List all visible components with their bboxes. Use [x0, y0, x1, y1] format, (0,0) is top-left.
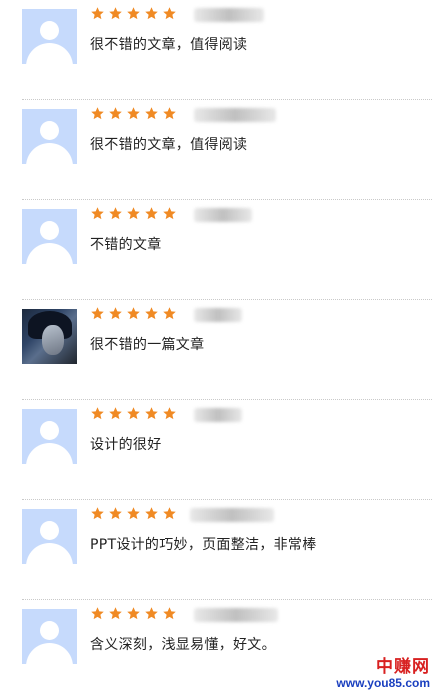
star-icon — [90, 306, 105, 321]
star-icon — [90, 506, 105, 521]
review-comment: 很不错的文章，值得阅读 — [90, 37, 248, 53]
star-icon — [126, 106, 141, 121]
review-comment: 设计的很好 — [90, 437, 162, 453]
star-icon — [108, 606, 123, 621]
star-icon — [126, 306, 141, 321]
star-rating — [90, 206, 177, 224]
star-icon — [108, 206, 123, 221]
star-icon — [144, 406, 159, 421]
star-icon — [90, 406, 105, 421]
review-comment: 很不错的一篇文章 — [90, 337, 205, 353]
star-icon — [108, 306, 123, 321]
star-rating — [90, 106, 177, 124]
default-avatar-icon — [22, 409, 77, 464]
star-icon — [162, 406, 177, 421]
star-icon — [144, 6, 159, 21]
star-rating — [90, 406, 177, 424]
star-icon — [90, 6, 105, 21]
star-icon — [144, 106, 159, 121]
star-icon — [90, 206, 105, 221]
blurred-username — [194, 8, 264, 22]
user-photo-avatar — [22, 309, 77, 364]
star-icon — [144, 206, 159, 221]
star-icon — [108, 406, 123, 421]
star-icon — [126, 606, 141, 621]
review-item: PPT设计的巧妙，页面整洁，非常棒 — [22, 500, 432, 600]
star-rating — [90, 6, 177, 24]
watermark-url: www.you85.com — [336, 676, 430, 690]
star-rating — [90, 606, 177, 624]
review-comment: PPT设计的巧妙，页面整洁，非常棒 — [90, 537, 317, 553]
default-avatar-icon — [22, 609, 77, 664]
star-icon — [108, 6, 123, 21]
star-icon — [108, 106, 123, 121]
review-item: 很不错的一篇文章 — [22, 300, 432, 400]
review-comment: 含义深刻，浅显易懂，好文。 — [90, 637, 276, 653]
review-item: 不错的文章 — [22, 200, 432, 300]
default-avatar-icon — [22, 9, 77, 64]
star-icon — [162, 206, 177, 221]
blurred-username — [194, 108, 276, 122]
review-comment: 很不错的文章，值得阅读 — [90, 137, 248, 153]
blurred-username — [194, 608, 278, 622]
star-icon — [144, 506, 159, 521]
review-item: 很不错的文章，值得阅读 — [22, 0, 432, 100]
star-icon — [162, 106, 177, 121]
star-icon — [144, 606, 159, 621]
star-icon — [126, 206, 141, 221]
star-icon — [162, 306, 177, 321]
star-icon — [126, 506, 141, 521]
review-item: 设计的很好 — [22, 400, 432, 500]
blurred-username — [194, 408, 242, 422]
default-avatar-icon — [22, 509, 77, 564]
watermark-name: 中赚网 — [376, 657, 430, 676]
review-list: 很不错的文章，值得阅读 很不错的文章，值得阅读 不错的文章 很不错的一篇文章 设… — [0, 0, 432, 700]
star-icon — [108, 506, 123, 521]
blurred-username — [190, 508, 274, 522]
star-icon — [126, 406, 141, 421]
star-rating — [90, 306, 177, 324]
star-icon — [126, 6, 141, 21]
review-item: 很不错的文章，值得阅读 — [22, 100, 432, 200]
star-icon — [162, 506, 177, 521]
blurred-username — [194, 308, 242, 322]
star-icon — [162, 6, 177, 21]
blurred-username — [194, 208, 252, 222]
site-watermark: 中赚网 www.you85.com — [336, 658, 430, 689]
review-comment: 不错的文章 — [90, 237, 162, 253]
star-rating — [90, 506, 177, 524]
star-icon — [90, 606, 105, 621]
default-avatar-icon — [22, 209, 77, 264]
star-icon — [162, 606, 177, 621]
default-avatar-icon — [22, 109, 77, 164]
star-icon — [144, 306, 159, 321]
star-icon — [90, 106, 105, 121]
